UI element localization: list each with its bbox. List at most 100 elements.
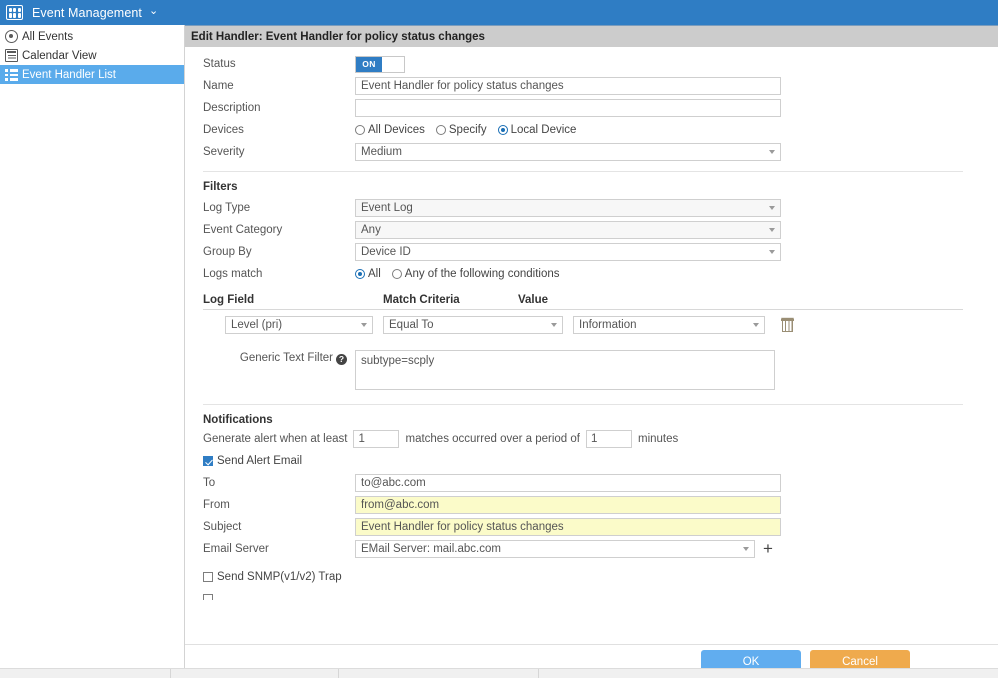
generic-text-filter-textarea[interactable]: subtype=scply <box>355 350 775 390</box>
email-subject-input[interactable] <box>355 518 781 536</box>
chevron-down-icon <box>743 547 749 551</box>
event-category-label: Event Category <box>203 224 355 236</box>
description-label: Description <box>203 102 355 114</box>
app-bar: Event Management ⌄ <box>0 0 998 25</box>
edit-handler-panel: Edit Handler: Event Handler for policy s… <box>185 25 998 678</box>
group-by-select[interactable]: Device ID <box>355 243 781 261</box>
radio-circle-icon <box>436 125 446 135</box>
taskbar-item[interactable] <box>339 669 539 678</box>
log-type-select[interactable]: Event Log <box>355 199 781 217</box>
devices-label: Devices <box>203 124 355 136</box>
sidebar-item-calendar-view[interactable]: Calendar View <box>0 46 184 65</box>
email-to-input[interactable] <box>355 474 781 492</box>
email-from-input[interactable] <box>355 496 781 514</box>
sidebar-item-all-events[interactable]: All Events <box>0 27 184 46</box>
sidebar-item-event-handler-list[interactable]: Event Handler List <box>0 65 184 84</box>
chevron-down-icon <box>769 206 775 210</box>
condition-log-field-select[interactable]: Level (pri) <box>225 316 373 334</box>
group-by-value: Device ID <box>361 246 411 258</box>
conditions-table: Log Field Match Criteria Value Level (pr… <box>185 294 998 334</box>
trash-icon[interactable] <box>781 318 794 332</box>
description-input[interactable] <box>355 99 781 117</box>
logs-match-radio-any[interactable]: Any of the following conditions <box>392 268 560 280</box>
plus-icon[interactable]: + <box>763 544 773 554</box>
condition-value-value: Information <box>579 319 637 331</box>
devices-radio-local-device[interactable]: Local Device <box>498 124 577 136</box>
email-server-label: Email Server <box>203 543 355 555</box>
condition-value-select[interactable]: Information <box>573 316 765 334</box>
section-divider <box>203 171 963 172</box>
sidebar-item-label: Event Handler List <box>22 69 116 81</box>
section-divider <box>203 404 963 405</box>
alert-period-input[interactable] <box>586 430 632 448</box>
email-server-select[interactable]: EMail Server: mail.abc.com <box>355 540 755 558</box>
target-icon <box>5 30 18 43</box>
condition-log-field-value: Level (pri) <box>231 319 282 331</box>
email-from-row: From <box>185 494 998 516</box>
condition-match-criteria-value: Equal To <box>389 319 434 331</box>
send-alert-email-row: Send Alert Email <box>185 455 998 469</box>
email-server-value: EMail Server: mail.abc.com <box>361 543 501 555</box>
column-header-value: Value <box>518 294 618 306</box>
chevron-down-icon[interactable]: ⌄ <box>149 6 158 17</box>
generic-text-filter-row: Generic Text Filter? subtype=scply <box>185 350 998 390</box>
sidebar: All Events Calendar View Event Handler L… <box>0 25 185 678</box>
severity-value: Medium <box>361 146 402 158</box>
severity-select[interactable]: Medium <box>355 143 781 161</box>
log-type-row: Log Type Event Log <box>185 197 998 219</box>
send-snmp-trap-checkbox[interactable]: Send SNMP(v1/v2) Trap <box>203 571 342 583</box>
app-title: Event Management <box>32 6 142 20</box>
status-toggle[interactable]: ON <box>355 56 405 73</box>
send-alert-email-checkbox[interactable]: Send Alert Email <box>203 455 302 467</box>
name-input[interactable] <box>355 77 781 95</box>
taskbar-item[interactable] <box>171 669 339 678</box>
checkbox-icon <box>203 594 213 600</box>
column-header-match-criteria: Match Criteria <box>383 294 518 306</box>
email-to-label: To <box>203 477 355 489</box>
clipped-checkbox[interactable] <box>203 594 217 600</box>
radio-circle-icon <box>355 125 365 135</box>
condition-match-criteria-select[interactable]: Equal To <box>383 316 563 334</box>
panel-title: Edit Handler: Event Handler for policy s… <box>185 25 998 47</box>
main-shell: All Events Calendar View Event Handler L… <box>0 25 998 678</box>
logs-match-row: Logs match All Any of the following cond… <box>185 263 998 285</box>
taskbar-item[interactable] <box>0 669 171 678</box>
calendar-icon <box>5 49 18 62</box>
status-toggle-knob <box>382 57 404 72</box>
column-header-log-field: Log Field <box>203 294 383 306</box>
notifications-heading: Notifications <box>185 414 998 426</box>
chevron-down-icon <box>753 323 759 327</box>
logs-match-label: Logs match <box>203 268 355 280</box>
event-category-select[interactable]: Any <box>355 221 781 239</box>
group-by-row: Group By Device ID <box>185 241 998 263</box>
event-category-row: Event Category Any <box>185 219 998 241</box>
devices-radio-specify[interactable]: Specify <box>436 124 487 136</box>
help-icon[interactable]: ? <box>336 354 347 365</box>
alert-matches-input[interactable] <box>353 430 399 448</box>
log-type-label: Log Type <box>203 202 355 214</box>
logs-match-radio-label: All <box>368 268 381 280</box>
email-subject-label: Subject <box>203 521 355 533</box>
severity-row: Severity Medium <box>185 141 998 163</box>
event-category-value: Any <box>361 224 381 236</box>
filters-heading: Filters <box>185 181 998 193</box>
status-row: Status ON <box>185 53 998 75</box>
name-row: Name <box>185 75 998 97</box>
logs-match-radio-label: Any of the following conditions <box>405 268 560 280</box>
devices-radio-all-devices[interactable]: All Devices <box>355 124 425 136</box>
description-row: Description <box>185 97 998 119</box>
devices-radio-label: All Devices <box>368 124 425 136</box>
conditions-header-row: Log Field Match Criteria Value <box>203 294 963 310</box>
generic-text-filter-label-wrap: Generic Text Filter? <box>203 350 355 390</box>
logs-match-radio-all[interactable]: All <box>355 268 381 280</box>
log-type-value: Event Log <box>361 202 413 214</box>
status-label: Status <box>203 58 355 70</box>
chevron-down-icon <box>769 150 775 154</box>
chevron-down-icon <box>769 228 775 232</box>
radio-circle-icon <box>392 269 402 279</box>
devices-row: Devices All Devices Specify Local Device <box>185 119 998 141</box>
sidebar-item-label: Calendar View <box>22 50 97 62</box>
email-from-label: From <box>203 499 355 511</box>
group-by-label: Group By <box>203 246 355 258</box>
list-icon <box>5 68 18 81</box>
